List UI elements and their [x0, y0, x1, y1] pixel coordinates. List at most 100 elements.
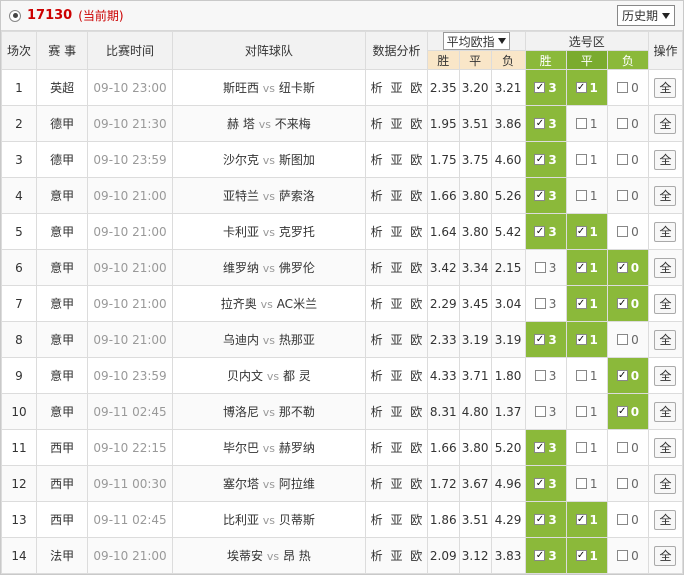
- checkbox-icon[interactable]: [575, 550, 587, 561]
- asian-odds-link[interactable]: 亚: [390, 81, 402, 95]
- select-lose[interactable]: 0: [606, 393, 649, 430]
- checkbox-icon[interactable]: [534, 118, 546, 129]
- league-name[interactable]: 西甲: [35, 501, 89, 538]
- checkbox-icon[interactable]: [534, 478, 546, 489]
- select-all-button[interactable]: 全: [654, 365, 677, 386]
- home-team[interactable]: 维罗纳: [223, 261, 259, 275]
- euro-odds-link[interactable]: 欧: [410, 297, 422, 311]
- asian-odds-link[interactable]: 亚: [390, 549, 402, 563]
- select-win[interactable]: 3: [524, 141, 567, 178]
- euro-odds-link[interactable]: 欧: [410, 477, 422, 491]
- euro-odds-link[interactable]: 欧: [410, 225, 422, 239]
- league-name[interactable]: 意甲: [35, 357, 89, 394]
- checkbox-icon[interactable]: [575, 514, 587, 525]
- checkbox-icon[interactable]: [617, 226, 629, 237]
- euro-odds-link[interactable]: 欧: [410, 405, 422, 419]
- league-name[interactable]: 西甲: [35, 465, 89, 502]
- checkbox-icon[interactable]: [575, 262, 587, 273]
- analysis-link[interactable]: 析: [371, 153, 383, 167]
- checkbox-icon[interactable]: [575, 442, 587, 453]
- checkbox-icon[interactable]: [617, 514, 629, 525]
- checkbox-icon[interactable]: [617, 190, 629, 201]
- checkbox-icon[interactable]: [534, 190, 546, 201]
- analysis-link[interactable]: 析: [371, 81, 383, 95]
- checkbox-icon[interactable]: [575, 478, 587, 489]
- checkbox-icon[interactable]: [575, 118, 587, 129]
- checkbox-icon[interactable]: [617, 478, 629, 489]
- checkbox-icon[interactable]: [616, 370, 628, 381]
- asian-odds-link[interactable]: 亚: [390, 333, 402, 347]
- league-name[interactable]: 法甲: [35, 537, 89, 574]
- checkbox-icon[interactable]: [617, 118, 629, 129]
- home-team[interactable]: 亚特兰: [223, 189, 259, 203]
- select-win[interactable]: 3: [524, 285, 567, 322]
- euro-odds-link[interactable]: 欧: [410, 261, 422, 275]
- euro-odds-link[interactable]: 欧: [410, 369, 422, 383]
- away-team[interactable]: 昂 热: [283, 549, 311, 563]
- select-win[interactable]: 3: [524, 465, 567, 502]
- select-win[interactable]: 3: [524, 501, 567, 538]
- asian-odds-link[interactable]: 亚: [390, 405, 402, 419]
- select-lose[interactable]: 0: [606, 177, 649, 214]
- checkbox-icon[interactable]: [617, 82, 629, 93]
- euro-odds-link[interactable]: 欧: [410, 513, 422, 527]
- league-name[interactable]: 意甲: [35, 285, 89, 322]
- select-lose[interactable]: 0: [606, 429, 649, 466]
- asian-odds-link[interactable]: 亚: [390, 225, 402, 239]
- select-win[interactable]: 3: [524, 321, 567, 358]
- checkbox-icon[interactable]: [534, 154, 546, 165]
- checkbox-icon[interactable]: [534, 334, 546, 345]
- select-all-button[interactable]: 全: [654, 545, 677, 566]
- checkbox-icon[interactable]: [575, 190, 587, 201]
- select-lose[interactable]: 0: [606, 141, 649, 178]
- league-name[interactable]: 意甲: [35, 249, 89, 286]
- checkbox-icon[interactable]: [616, 262, 628, 273]
- select-draw[interactable]: 1: [565, 501, 608, 538]
- asian-odds-link[interactable]: 亚: [390, 297, 402, 311]
- select-draw[interactable]: 1: [565, 285, 608, 322]
- asian-odds-link[interactable]: 亚: [390, 189, 402, 203]
- away-team[interactable]: AC米兰: [277, 297, 317, 311]
- select-all-button[interactable]: 全: [654, 257, 677, 278]
- select-all-button[interactable]: 全: [654, 437, 677, 458]
- checkbox-icon[interactable]: [575, 334, 587, 345]
- select-all-button[interactable]: 全: [654, 221, 677, 242]
- select-draw[interactable]: 1: [565, 177, 608, 214]
- away-team[interactable]: 阿拉维: [279, 477, 315, 491]
- select-draw[interactable]: 1: [565, 429, 608, 466]
- home-team[interactable]: 贝内文: [227, 369, 263, 383]
- analysis-link[interactable]: 析: [371, 369, 383, 383]
- checkbox-icon[interactable]: [617, 550, 629, 561]
- analysis-link[interactable]: 析: [371, 117, 383, 131]
- select-draw[interactable]: 1: [565, 465, 608, 502]
- select-draw[interactable]: 1: [565, 393, 608, 430]
- select-win[interactable]: 3: [524, 249, 567, 286]
- home-team[interactable]: 乌迪内: [223, 333, 259, 347]
- checkbox-icon[interactable]: [575, 370, 587, 381]
- analysis-link[interactable]: 析: [371, 549, 383, 563]
- checkbox-icon[interactable]: [617, 334, 629, 345]
- home-team[interactable]: 斯旺西: [223, 81, 259, 95]
- select-lose[interactable]: 0: [606, 249, 649, 286]
- select-draw[interactable]: 1: [565, 213, 608, 250]
- away-team[interactable]: 赫罗纳: [279, 441, 315, 455]
- select-win[interactable]: 3: [524, 69, 567, 106]
- euro-odds-link[interactable]: 欧: [410, 189, 422, 203]
- select-win[interactable]: 3: [524, 393, 567, 430]
- home-team[interactable]: 赫 塔: [227, 117, 255, 131]
- select-win[interactable]: 3: [524, 177, 567, 214]
- away-team[interactable]: 佛罗伦: [279, 261, 315, 275]
- home-team[interactable]: 卡利亚: [223, 225, 259, 239]
- select-win[interactable]: 3: [524, 213, 567, 250]
- asian-odds-link[interactable]: 亚: [390, 441, 402, 455]
- checkbox-icon[interactable]: [534, 262, 546, 273]
- select-all-button[interactable]: 全: [654, 149, 677, 170]
- league-name[interactable]: 意甲: [35, 321, 89, 358]
- euro-odds-link[interactable]: 欧: [410, 117, 422, 131]
- euro-odds-link[interactable]: 欧: [410, 81, 422, 95]
- select-draw[interactable]: 1: [565, 69, 608, 106]
- checkbox-icon[interactable]: [575, 406, 587, 417]
- select-draw[interactable]: 1: [565, 357, 608, 394]
- euro-odds-link[interactable]: 欧: [410, 549, 422, 563]
- select-all-button[interactable]: 全: [654, 509, 677, 530]
